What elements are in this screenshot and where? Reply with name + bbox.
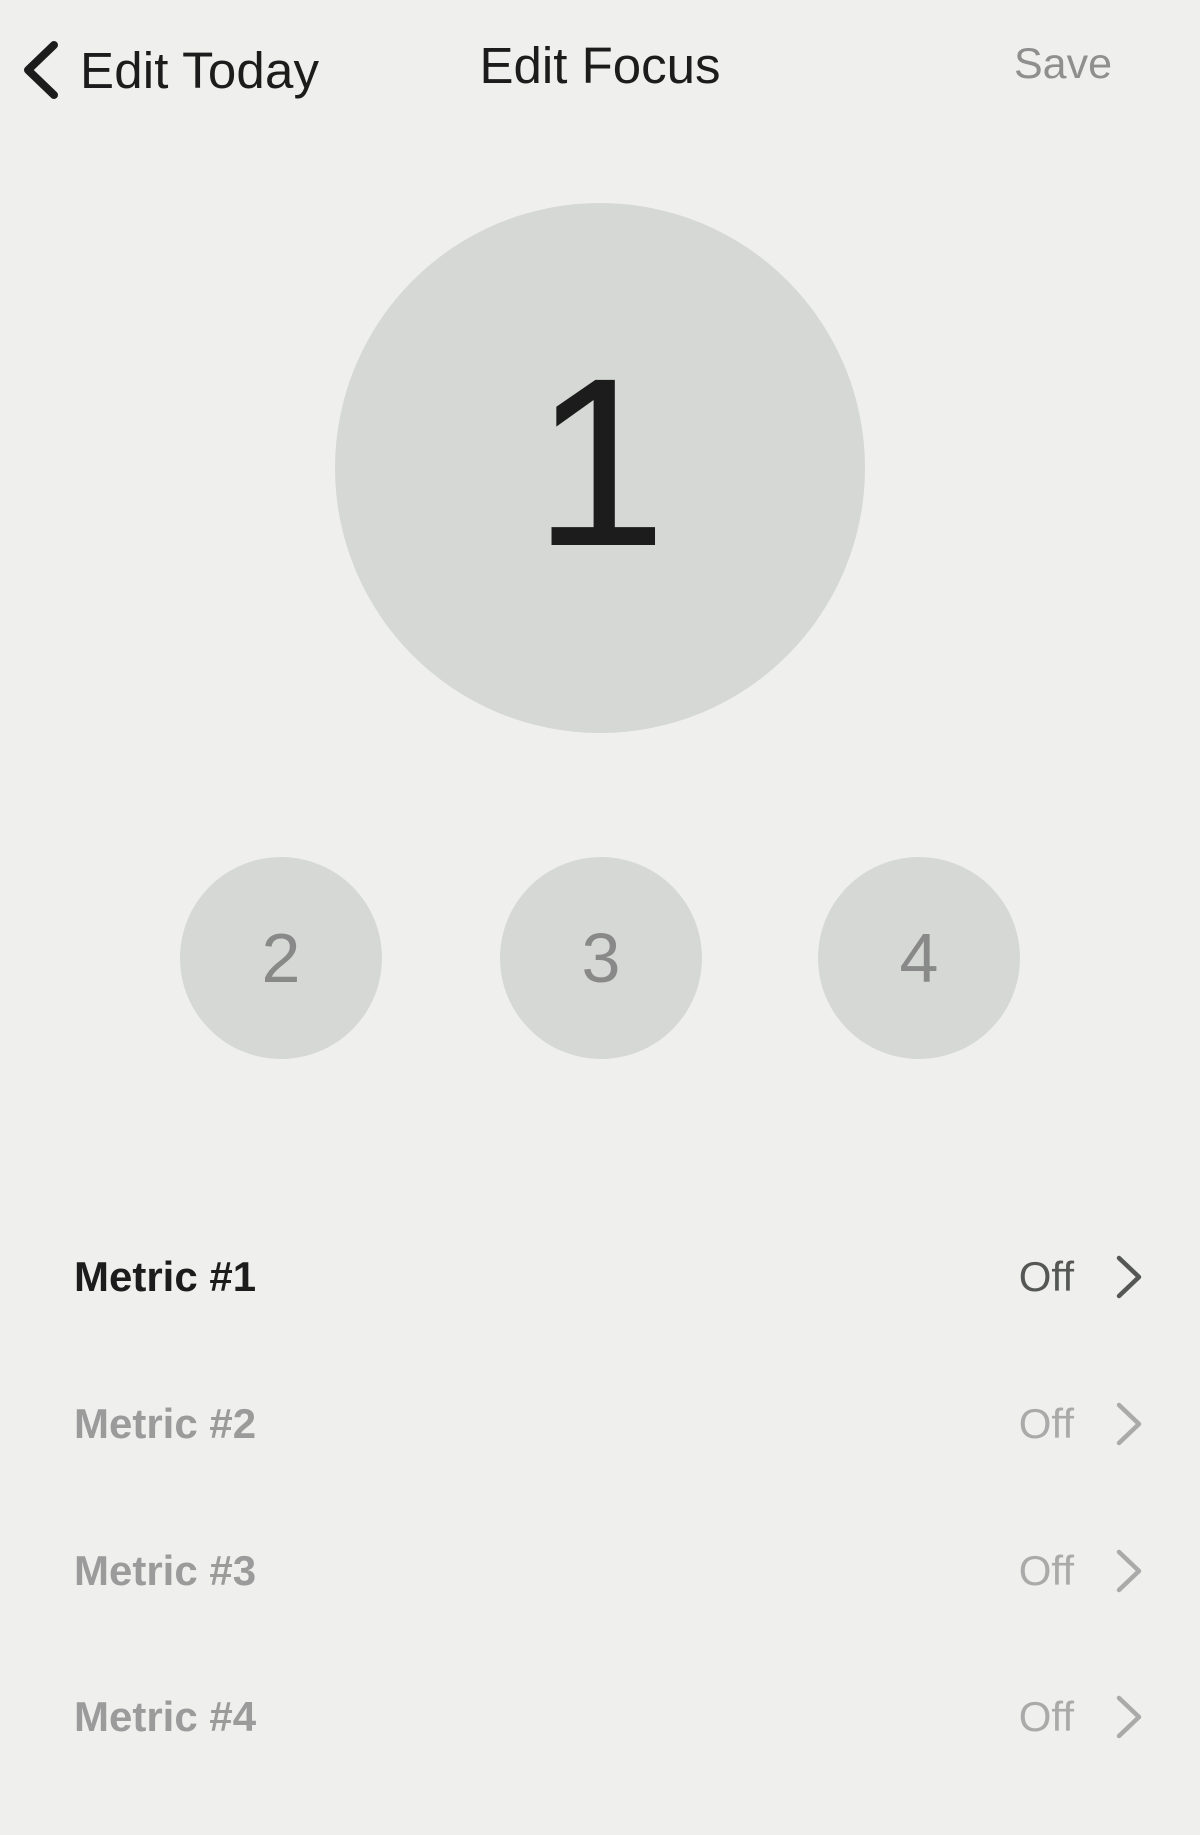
chevron-right-icon	[1116, 1549, 1142, 1593]
save-button[interactable]: Save	[1014, 40, 1112, 89]
focus-slot-number: 1	[533, 328, 667, 596]
focus-slot-2[interactable]: 2	[180, 857, 382, 1059]
back-button[interactable]: Edit Today	[18, 30, 319, 110]
chevron-right-icon	[1116, 1695, 1142, 1739]
back-label: Edit Today	[80, 41, 320, 99]
metric-label: Metric #3	[74, 1547, 257, 1594]
focus-slot-4[interactable]: 4	[818, 857, 1020, 1059]
metric-row-1[interactable]: Metric #1 Off	[0, 1222, 1200, 1332]
header: Edit Today Edit Focus Save	[0, 0, 1200, 140]
metric-row-3[interactable]: Metric #3 Off	[0, 1516, 1200, 1626]
metric-value: Off	[1018, 1547, 1074, 1594]
metric-value: Off	[1018, 1693, 1074, 1740]
focus-slot-number: 3	[581, 919, 621, 997]
metric-label: Metric #1	[74, 1253, 257, 1300]
chevron-left-icon	[24, 41, 58, 99]
metric-value: Off	[1018, 1253, 1074, 1300]
focus-slot-number: 2	[261, 919, 301, 997]
metric-label: Metric #4	[74, 1693, 257, 1740]
metric-row-2[interactable]: Metric #2 Off	[0, 1369, 1200, 1479]
chevron-right-icon	[1116, 1402, 1142, 1446]
chevron-right-icon	[1116, 1255, 1142, 1299]
focus-slot-number: 4	[899, 919, 939, 997]
focus-slot-3[interactable]: 3	[500, 857, 702, 1059]
metric-label: Metric #2	[74, 1400, 257, 1447]
metric-value: Off	[1018, 1400, 1074, 1447]
focus-slot-1[interactable]: 1	[335, 203, 865, 733]
metric-row-4[interactable]: Metric #4 Off	[0, 1662, 1200, 1772]
